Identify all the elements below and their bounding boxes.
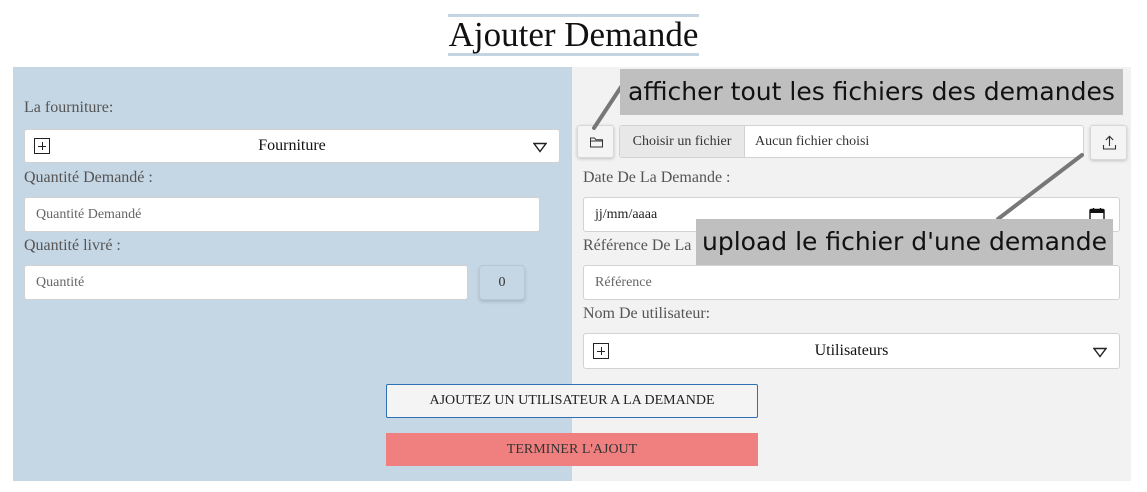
folder-tip-pointer [592,82,625,130]
folder-tooltip: afficher tout les fichiers des demandes [620,69,1123,115]
upload-tip-pointer [996,153,1084,221]
upload-tooltip: upload le fichier d'une demande [696,219,1114,265]
